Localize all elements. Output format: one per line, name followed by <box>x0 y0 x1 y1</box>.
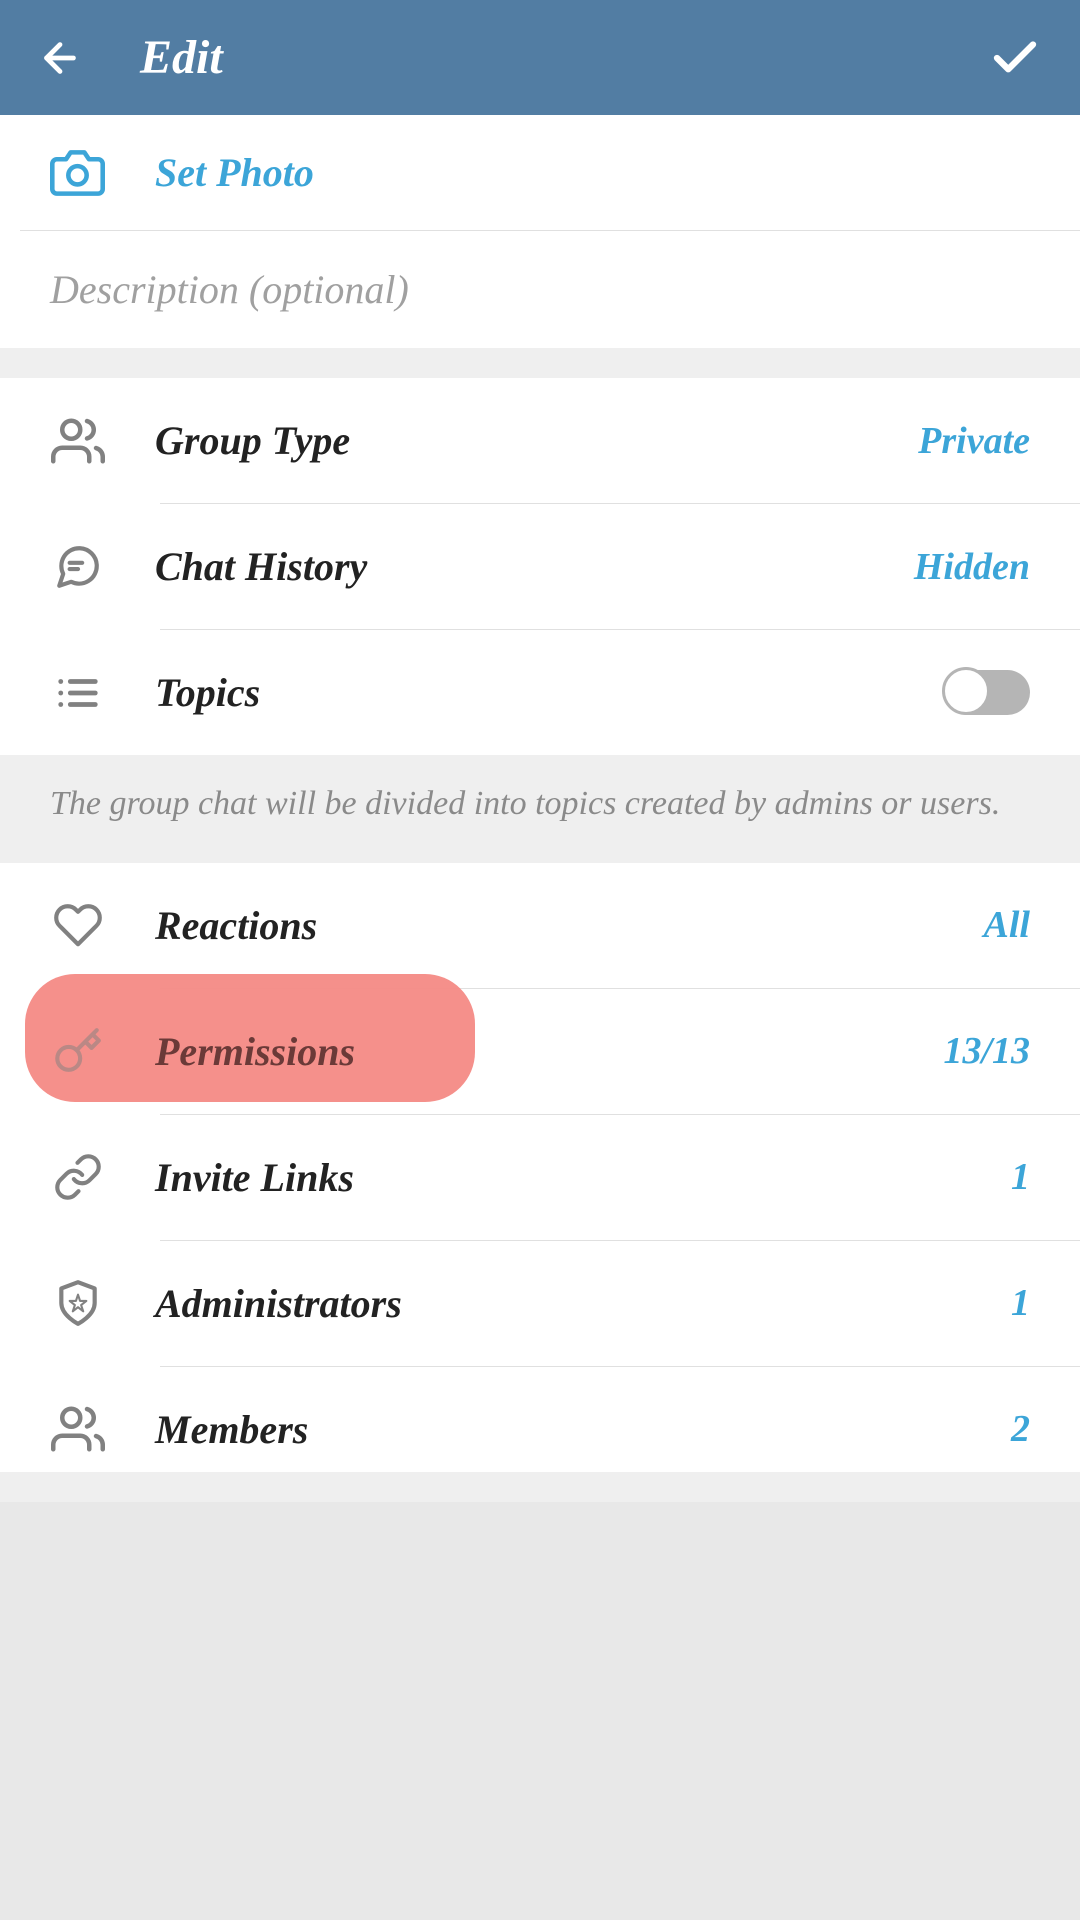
key-icon <box>50 1024 105 1079</box>
reactions-row[interactable]: Reactions All <box>0 863 1080 988</box>
topics-info-text: The group chat will be divided into topi… <box>0 755 1080 863</box>
check-icon <box>988 31 1042 85</box>
settings-section: Group Type Private Chat History Hidden T… <box>0 378 1080 755</box>
camera-icon <box>50 145 105 200</box>
topics-toggle[interactable] <box>945 670 1030 715</box>
invite-links-row[interactable]: Invite Links 1 <box>0 1115 1080 1240</box>
invite-links-label: Invite Links <box>155 1154 961 1201</box>
management-section: Reactions All Permissions 13/13 Invite L… <box>0 863 1080 1472</box>
group-type-value: Private <box>918 419 1030 463</box>
people-icon <box>50 1402 105 1457</box>
members-value: 2 <box>1011 1407 1030 1451</box>
link-icon <box>50 1150 105 1205</box>
arrow-left-icon <box>37 35 83 81</box>
people-icon <box>50 413 105 468</box>
invite-links-value: 1 <box>1011 1155 1030 1199</box>
permissions-label: Permissions <box>155 1028 893 1075</box>
permissions-row[interactable]: Permissions 13/13 <box>0 989 1080 1114</box>
group-type-row[interactable]: Group Type Private <box>0 378 1080 503</box>
administrators-value: 1 <box>1011 1281 1030 1325</box>
administrators-row[interactable]: Administrators 1 <box>0 1241 1080 1366</box>
chat-history-row[interactable]: Chat History Hidden <box>0 504 1080 629</box>
members-label: Members <box>155 1406 961 1453</box>
chat-history-value: Hidden <box>914 545 1030 589</box>
section-gap <box>0 1472 1080 1502</box>
description-input[interactable]: Description (optional) <box>0 231 1080 348</box>
set-photo-row[interactable]: Set Photo <box>0 115 1080 230</box>
members-row[interactable]: Members 2 <box>0 1367 1080 1472</box>
section-gap <box>0 348 1080 378</box>
heart-icon <box>50 898 105 953</box>
toggle-knob <box>942 667 990 715</box>
message-icon <box>50 539 105 594</box>
description-placeholder: Description (optional) <box>50 266 1030 313</box>
confirm-button[interactable] <box>985 28 1045 88</box>
permissions-value: 13/13 <box>943 1029 1030 1073</box>
shield-star-icon <box>50 1276 105 1331</box>
administrators-label: Administrators <box>155 1280 961 1327</box>
header-title: Edit <box>140 30 985 85</box>
group-type-label: Group Type <box>155 417 868 464</box>
list-icon <box>50 665 105 720</box>
reactions-label: Reactions <box>155 902 934 949</box>
set-photo-label: Set Photo <box>155 149 314 196</box>
chat-history-label: Chat History <box>155 543 864 590</box>
header-bar: Edit <box>0 0 1080 115</box>
topics-label: Topics <box>155 669 895 716</box>
back-button[interactable] <box>35 33 85 83</box>
topics-row[interactable]: Topics <box>0 630 1080 755</box>
reactions-value: All <box>984 903 1030 947</box>
photo-section: Set Photo Description (optional) <box>0 115 1080 348</box>
